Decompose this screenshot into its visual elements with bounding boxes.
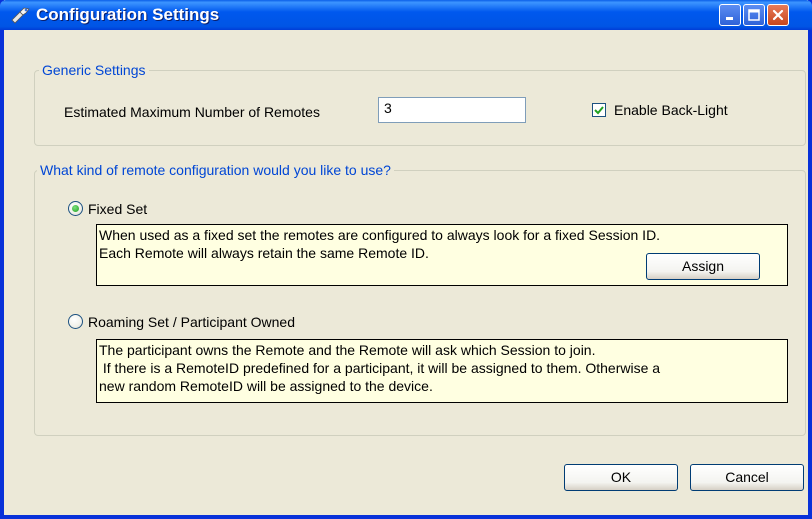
remote-config-legend: What kind of remote configuration would … [37, 162, 394, 178]
roaming-set-radio[interactable] [68, 314, 83, 329]
max-remotes-label: Estimated Maximum Number of Remotes [64, 104, 320, 120]
fixed-set-radio[interactable] [68, 201, 83, 216]
configuration-settings-window: Configuration Settings Generic Settings … [0, 0, 812, 519]
enable-backlight-label[interactable]: Enable Back-Light [614, 102, 728, 118]
minimize-button[interactable] [719, 4, 741, 26]
roaming-set-description: The participant owns the Remote and the … [96, 339, 788, 403]
cancel-button[interactable]: Cancel [690, 464, 804, 491]
checkmark-icon [594, 106, 604, 115]
fixed-desc-line-1: When used as a fixed set the remotes are… [99, 227, 661, 243]
assign-button[interactable]: Assign [646, 253, 760, 280]
maximize-button[interactable] [743, 4, 765, 26]
window-title: Configuration Settings [36, 5, 220, 24]
roaming-desc-line-2: If there is a RemoteID predefined for a … [99, 360, 661, 376]
title-bar[interactable]: Configuration Settings [0, 0, 812, 30]
roaming-desc-line-1: The participant owns the Remote and the … [99, 342, 596, 358]
settings-icon [11, 7, 30, 24]
maximize-icon [748, 9, 760, 21]
close-icon [772, 9, 784, 21]
roaming-desc-line-3: new random RemoteID will be assigned to … [99, 378, 433, 394]
generic-settings-legend: Generic Settings [39, 62, 149, 78]
enable-backlight-checkbox[interactable] [592, 103, 606, 117]
minimize-icon [726, 17, 733, 20]
max-remotes-input[interactable]: 3 [378, 97, 526, 123]
close-button[interactable] [767, 4, 789, 26]
radio-selected-dot [72, 205, 79, 212]
roaming-set-label[interactable]: Roaming Set / Participant Owned [88, 314, 295, 330]
fixed-set-label[interactable]: Fixed Set [88, 201, 147, 217]
ok-button[interactable]: OK [564, 464, 678, 491]
